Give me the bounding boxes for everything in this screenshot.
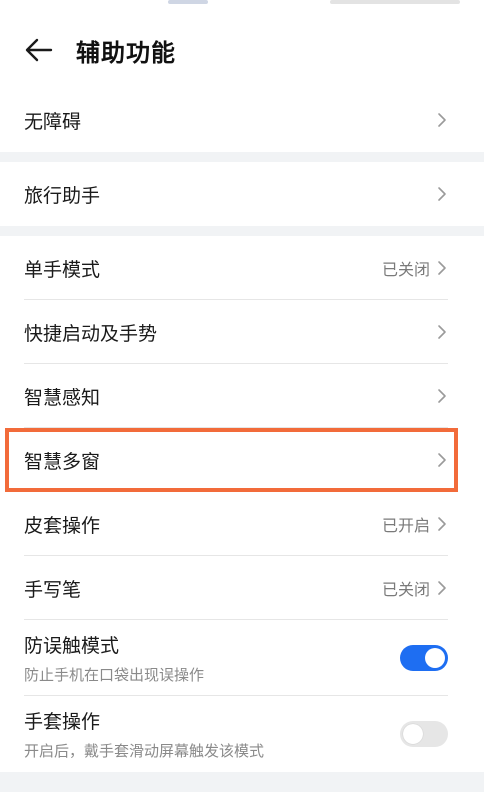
settings-item-subtitle: 防止手机在口袋出现误操作 [24,666,205,684]
settings-section-travel: 旅行助手 [0,162,484,226]
settings-item-label: 单手模式 [24,258,101,281]
settings-item-smart-sensing[interactable]: 智慧感知 [0,364,484,428]
chevron-right-icon [436,579,448,597]
section-gap [0,772,484,792]
toggle-knob [403,724,423,744]
settings-item-glove-mode: 手套操作 开启后，戴手套滑动屏幕触发该模式 [0,696,484,772]
settings-item-status: 已关闭 [381,260,430,279]
settings-item-label: 快捷启动及手势 [24,322,158,345]
settings-item-text: 手套操作 开启后，戴手套滑动屏幕触发该模式 [24,707,400,761]
status-bar-fragment [330,0,460,4]
pocket-mode-toggle[interactable] [400,645,448,671]
arrow-left-icon [25,38,53,62]
settings-item-stylus[interactable]: 手写笔 已关闭 [0,556,484,620]
settings-item-accessibility[interactable]: 无障碍 [0,88,484,152]
section-gap [0,152,484,162]
page-title: 辅助功能 [76,38,176,67]
chevron-right-icon [436,259,448,277]
settings-section-accessibility: 无障碍 [0,88,484,152]
chevron-right-icon [436,323,448,341]
settings-item-label: 防误触模式 [24,635,120,657]
settings-item-label: 手套操作 [24,711,101,733]
chevron-right-icon [436,387,448,405]
settings-item-label: 手写笔 [24,578,82,601]
status-bar-fragment [168,0,208,4]
settings-item-label: 旅行助手 [24,184,101,207]
section-gap [0,226,484,236]
settings-item-travel-assistant[interactable]: 旅行助手 [0,162,484,226]
settings-item-status: 已关闭 [381,580,430,599]
settings-item-text: 防误触模式 防止手机在口袋出现误操作 [24,631,400,685]
chevron-right-icon [436,451,448,469]
settings-section-main: 单手模式 已关闭 快捷启动及手势 智慧感知 智慧多窗 皮套操作 已开启 手写笔 … [0,236,484,772]
chevron-right-icon [436,185,448,203]
chevron-right-icon [436,515,448,533]
settings-item-label: 智慧多窗 [24,450,101,473]
settings-item-smart-multi-window[interactable]: 智慧多窗 [0,428,484,492]
settings-item-cover-operation[interactable]: 皮套操作 已开启 [0,492,484,556]
glove-mode-toggle[interactable] [400,721,448,747]
toggle-knob [425,648,445,668]
settings-item-one-handed-mode[interactable]: 单手模式 已关闭 [0,236,484,300]
header: 辅助功能 [0,12,484,88]
back-button[interactable] [24,35,54,65]
settings-item-shortcuts-gestures[interactable]: 快捷启动及手势 [0,300,484,364]
settings-item-label: 智慧感知 [24,386,101,409]
settings-item-pocket-mode: 防误触模式 防止手机在口袋出现误操作 [0,620,484,696]
settings-item-subtitle: 开启后，戴手套滑动屏幕触发该模式 [24,742,265,760]
chevron-right-icon [436,111,448,129]
settings-item-label: 皮套操作 [24,514,101,537]
settings-item-label: 无障碍 [24,110,82,133]
settings-item-status: 已开启 [381,516,430,535]
status-bar [0,0,484,12]
